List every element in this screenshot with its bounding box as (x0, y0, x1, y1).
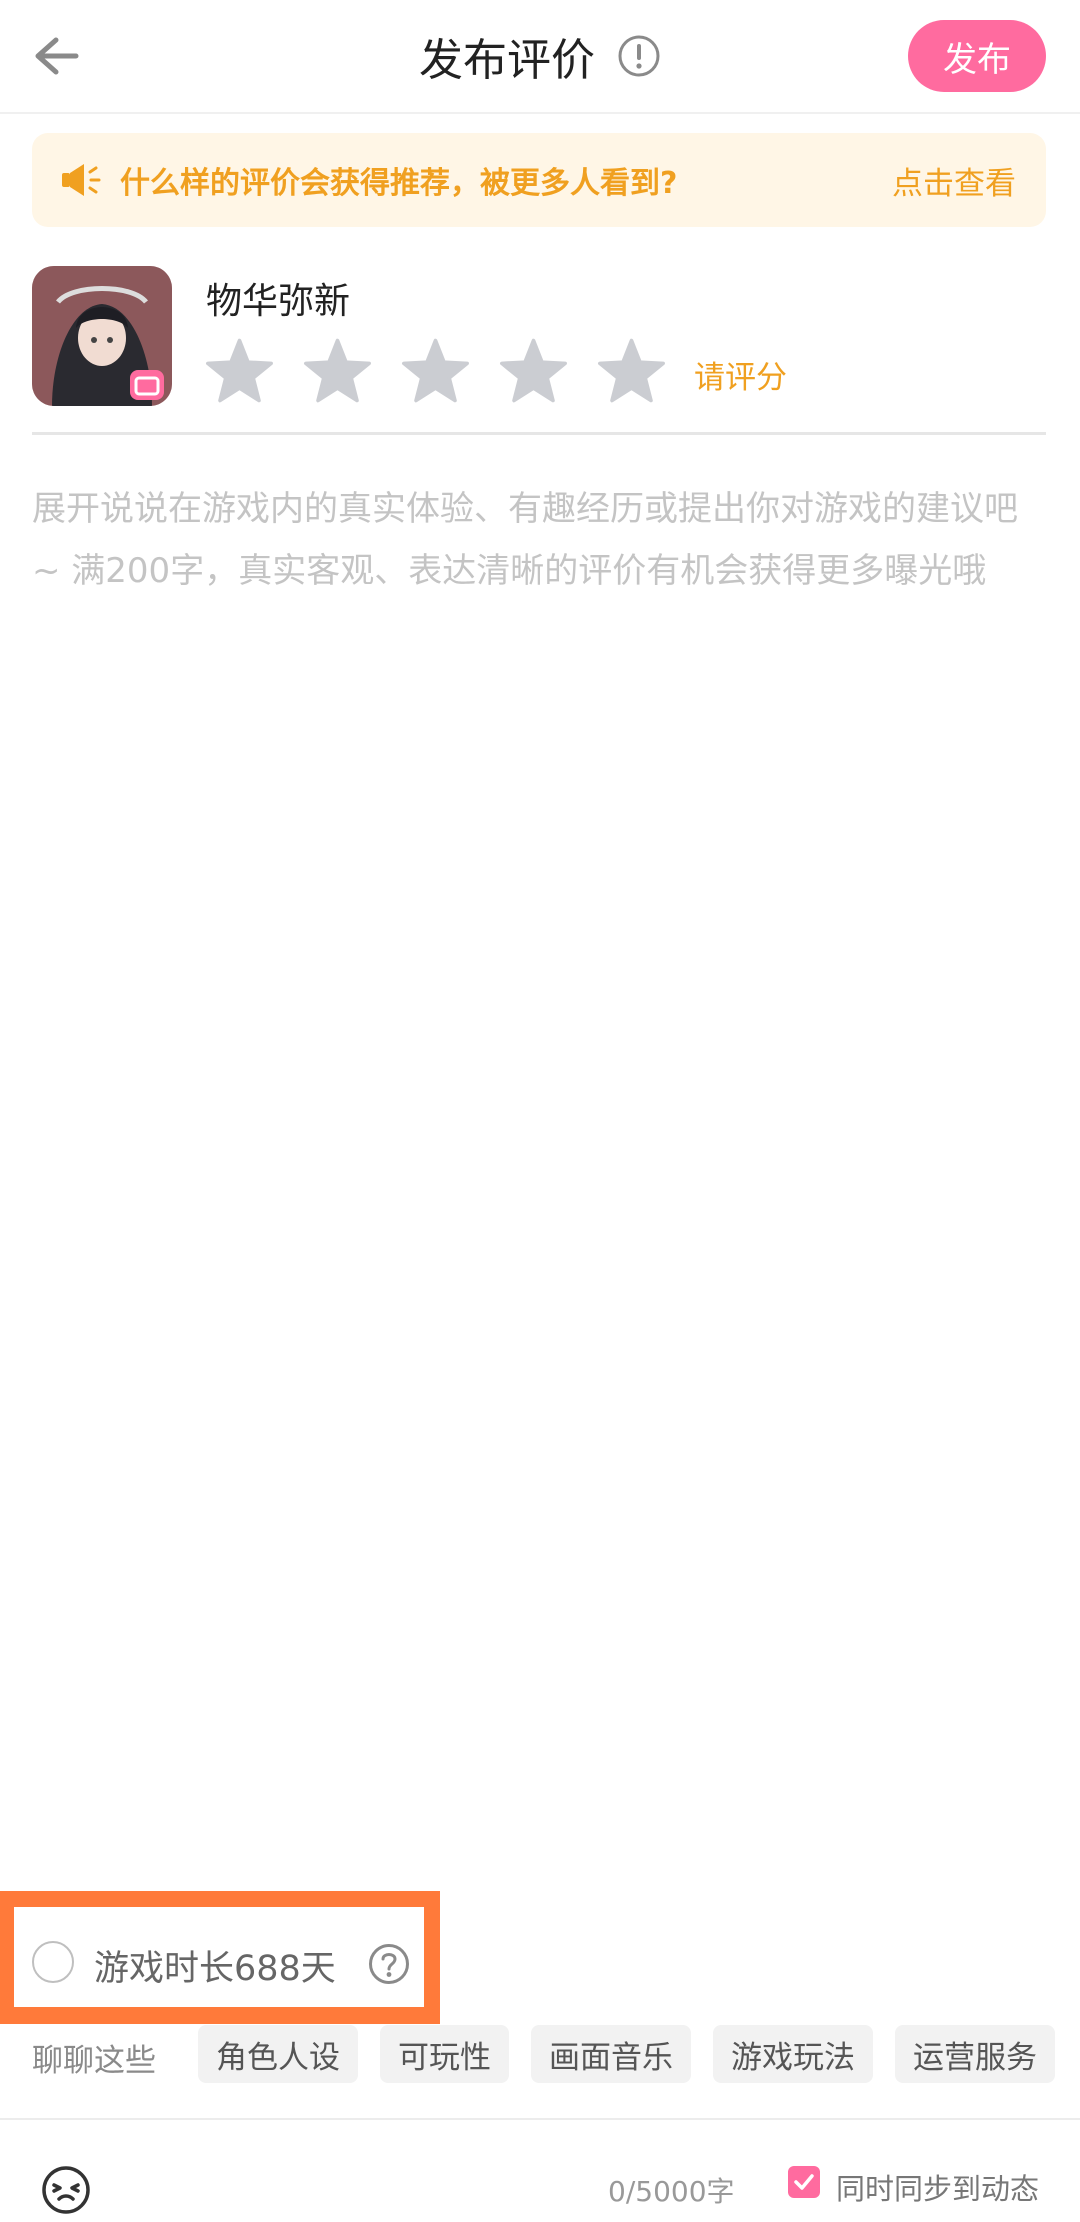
info-icon[interactable] (617, 34, 661, 78)
tip-text: 什么样的评价会获得推荐，被更多人看到? (120, 166, 678, 201)
divider (32, 432, 1046, 435)
question-icon[interactable] (368, 1943, 410, 1985)
check-icon (794, 2174, 814, 2190)
divider (0, 2118, 1080, 2120)
topic-tag[interactable]: 运营服务 (895, 2025, 1055, 2083)
review-textarea[interactable] (32, 478, 1046, 1858)
star-3-icon[interactable] (398, 336, 473, 406)
game-name: 物华弥新 (206, 281, 351, 322)
recommendation-tip-banner: 什么样的评价会获得推荐，被更多人看到? 点击查看 (32, 133, 1046, 227)
playtime-label: 游戏时长688天 (94, 1949, 336, 1989)
topic-tag[interactable]: 游戏玩法 (713, 2025, 873, 2083)
star-rating[interactable] (202, 336, 669, 406)
star-4-icon[interactable] (496, 336, 571, 406)
topic-tag[interactable]: 角色人设 (198, 2025, 358, 2083)
sync-label: 同时同步到动态 (836, 2172, 1040, 2206)
star-2-icon[interactable] (300, 336, 375, 406)
playtime-radio[interactable] (32, 1941, 74, 1983)
emoji-icon[interactable] (40, 2164, 92, 2216)
topics-label: 聊聊这些 (32, 2043, 156, 2079)
character-count: 0/5000字 (608, 2175, 735, 2208)
game-icon (32, 266, 172, 406)
star-5-icon[interactable] (594, 336, 669, 406)
topic-tag[interactable]: 可玩性 (380, 2025, 509, 2083)
star-1-icon[interactable] (202, 336, 277, 406)
publish-button[interactable]: 发布 (908, 20, 1046, 92)
sync-checkbox[interactable] (788, 2166, 820, 2198)
page-title: 发布评价 (419, 35, 595, 86)
topic-tags: 角色人设 可玩性 画面音乐 游戏玩法 运营服务 (198, 2025, 1055, 2083)
rate-hint: 请评分 (694, 360, 787, 396)
megaphone-icon (60, 157, 106, 203)
view-tips-link[interactable]: 点击查看 (892, 158, 1016, 203)
topic-tag[interactable]: 画面音乐 (531, 2025, 691, 2083)
